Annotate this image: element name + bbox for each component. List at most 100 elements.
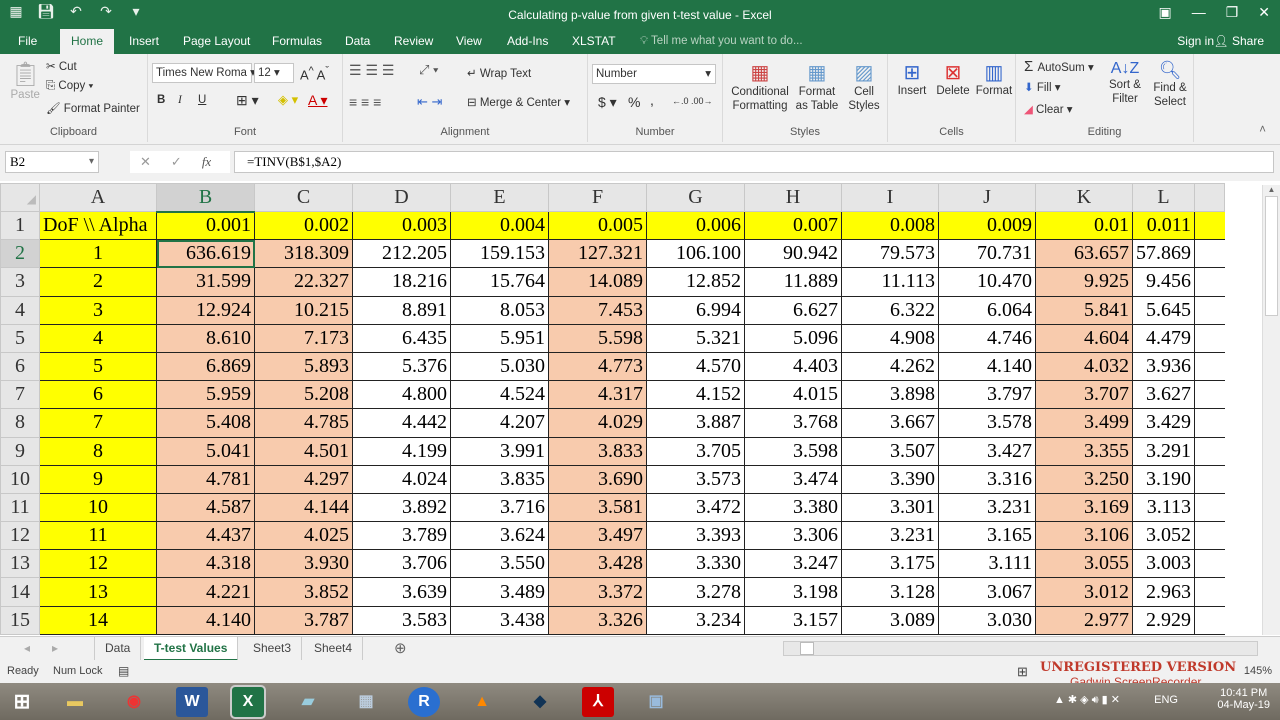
cell-f1[interactable]: 0.005: [548, 210, 647, 241]
row-header[interactable]: 1: [0, 210, 40, 241]
cell-c15[interactable]: 3.787: [254, 605, 353, 635]
grow-font-icon[interactable]: A^ Aˇ: [300, 65, 329, 82]
cell-k7[interactable]: 3.707: [1035, 380, 1133, 410]
share-button[interactable]: 👤︎ Share: [1213, 29, 1264, 53]
cell-d11[interactable]: 3.892: [352, 492, 451, 523]
cell-k3[interactable]: 9.925: [1035, 267, 1133, 297]
formula-input[interactable]: =TINV(B$1,$A2): [234, 151, 1274, 173]
cell-j7[interactable]: 3.797: [938, 380, 1036, 410]
cell-h10[interactable]: 3.474: [744, 464, 842, 494]
macro-record-icon[interactable]: ▤: [118, 660, 129, 683]
font-name-select[interactable]: Times New Roma ▾: [152, 63, 256, 83]
calculator-icon[interactable]: ▦: [350, 687, 382, 717]
cell-f3[interactable]: 14.089: [548, 267, 647, 297]
cell-l3[interactable]: 9.456: [1132, 267, 1195, 297]
row-header[interactable]: 9: [0, 436, 40, 466]
tab-view[interactable]: View: [446, 29, 492, 54]
tell-me-search[interactable]: 💡︎ Tell me what you want to do...: [640, 29, 803, 53]
cell-g15[interactable]: 3.234: [646, 605, 745, 635]
cell-j14[interactable]: 3.067: [938, 577, 1036, 607]
minimize-icon[interactable]: —: [1192, 4, 1206, 21]
cell-k13[interactable]: 3.055: [1035, 549, 1133, 579]
cell-m2[interactable]: [1194, 239, 1225, 269]
cell-j2[interactable]: 70.731: [938, 239, 1036, 269]
cell-e1[interactable]: 0.004: [450, 210, 549, 241]
cell-d12[interactable]: 3.789: [352, 521, 451, 551]
cell-j9[interactable]: 3.427: [938, 436, 1036, 466]
format-as-table-button[interactable]: ▦ Format as Table: [793, 60, 841, 113]
cell-j15[interactable]: 3.030: [938, 605, 1036, 635]
cell-e15[interactable]: 3.438: [450, 605, 549, 635]
tab-insert[interactable]: Insert: [119, 29, 169, 54]
cell-c1[interactable]: 0.002: [254, 210, 353, 241]
cell-f5[interactable]: 5.598: [548, 323, 647, 353]
windows-start-icon[interactable]: ⊞: [6, 687, 38, 717]
currency-button[interactable]: $ ▾: [598, 94, 617, 111]
cell-k11[interactable]: 3.169: [1035, 492, 1133, 523]
cell-j8[interactable]: 3.578: [938, 408, 1036, 438]
cell-b13[interactable]: 4.318: [156, 549, 255, 579]
underline-button[interactable]: U: [198, 94, 206, 106]
cell-m10[interactable]: [1194, 464, 1225, 494]
cell-i9[interactable]: 3.507: [841, 436, 939, 466]
cell-k8[interactable]: 3.499: [1035, 408, 1133, 438]
cancel-icon[interactable]: ✕: [140, 151, 151, 173]
chrome-icon[interactable]: ◉: [118, 687, 150, 717]
find-select-button[interactable]: 🔍︎ Find & Select: [1150, 60, 1190, 109]
column-header-b[interactable]: B: [156, 183, 255, 213]
cell-e14[interactable]: 3.489: [450, 577, 549, 607]
vertical-scrollbar[interactable]: ▲: [1262, 185, 1280, 635]
cell-a12[interactable]: 11: [39, 521, 157, 551]
cell-l1[interactable]: 0.011: [1132, 210, 1195, 241]
cell-a3[interactable]: 2: [39, 267, 157, 297]
acrobat-icon[interactable]: ⅄: [582, 687, 614, 717]
cell-g10[interactable]: 3.573: [646, 464, 745, 494]
cell-e10[interactable]: 3.835: [450, 464, 549, 494]
scroll-thumb[interactable]: [1265, 196, 1278, 316]
merge-center-button[interactable]: ⊟ Merge & Center ▾: [467, 95, 570, 109]
horizontal-scrollbar[interactable]: [783, 641, 1258, 656]
cell-a15[interactable]: 14: [39, 605, 157, 635]
cell-l4[interactable]: 5.645: [1132, 295, 1195, 325]
cell-d6[interactable]: 5.376: [352, 351, 451, 382]
cell-g12[interactable]: 3.393: [646, 521, 745, 551]
cell-l13[interactable]: 3.003: [1132, 549, 1195, 579]
column-header-k[interactable]: K: [1035, 183, 1133, 212]
cell-d1[interactable]: 0.003: [352, 210, 451, 241]
cell-i1[interactable]: 0.008: [841, 210, 939, 241]
cell-c7[interactable]: 5.208: [254, 380, 353, 410]
cell-d3[interactable]: 18.216: [352, 267, 451, 297]
comma-button[interactable]: ,: [650, 92, 654, 108]
cell-h13[interactable]: 3.247: [744, 549, 842, 579]
cell-k5[interactable]: 4.604: [1035, 323, 1133, 353]
cell-e7[interactable]: 4.524: [450, 380, 549, 410]
cell-h1[interactable]: 0.007: [744, 210, 842, 241]
cell-l8[interactable]: 3.429: [1132, 408, 1195, 438]
cell-e3[interactable]: 15.764: [450, 267, 549, 297]
italic-button[interactable]: I: [178, 94, 182, 106]
cell-d10[interactable]: 4.024: [352, 464, 451, 494]
cell-l5[interactable]: 4.479: [1132, 323, 1195, 353]
row-header[interactable]: 11: [0, 492, 40, 523]
column-header-c[interactable]: C: [254, 183, 353, 212]
cell-b2[interactable]: 636.619: [156, 239, 255, 269]
cell-e12[interactable]: 3.624: [450, 521, 549, 551]
cell-g2[interactable]: 106.100: [646, 239, 745, 269]
row-header[interactable]: 13: [0, 549, 40, 579]
cell-k1[interactable]: 0.01: [1035, 210, 1133, 241]
cell-i10[interactable]: 3.390: [841, 464, 939, 494]
cell-g1[interactable]: 0.006: [646, 210, 745, 241]
tab-xlstat[interactable]: XLSTAT: [562, 29, 626, 54]
column-header-d[interactable]: D: [352, 183, 451, 212]
cell-i2[interactable]: 79.573: [841, 239, 939, 269]
sheet-tab-sheet4[interactable]: Sheet4: [304, 637, 364, 661]
cell-b8[interactable]: 5.408: [156, 408, 255, 438]
cell-l12[interactable]: 3.052: [1132, 521, 1195, 551]
paste-button[interactable]: 📋︎ Paste: [10, 60, 40, 101]
cell-m8[interactable]: [1194, 408, 1225, 438]
cell-a1[interactable]: DoF \\ Alpha: [39, 210, 157, 241]
row-header[interactable]: 8: [0, 408, 40, 438]
cell-k12[interactable]: 3.106: [1035, 521, 1133, 551]
cell-g9[interactable]: 3.705: [646, 436, 745, 466]
close-icon[interactable]: ✕: [1258, 4, 1270, 21]
